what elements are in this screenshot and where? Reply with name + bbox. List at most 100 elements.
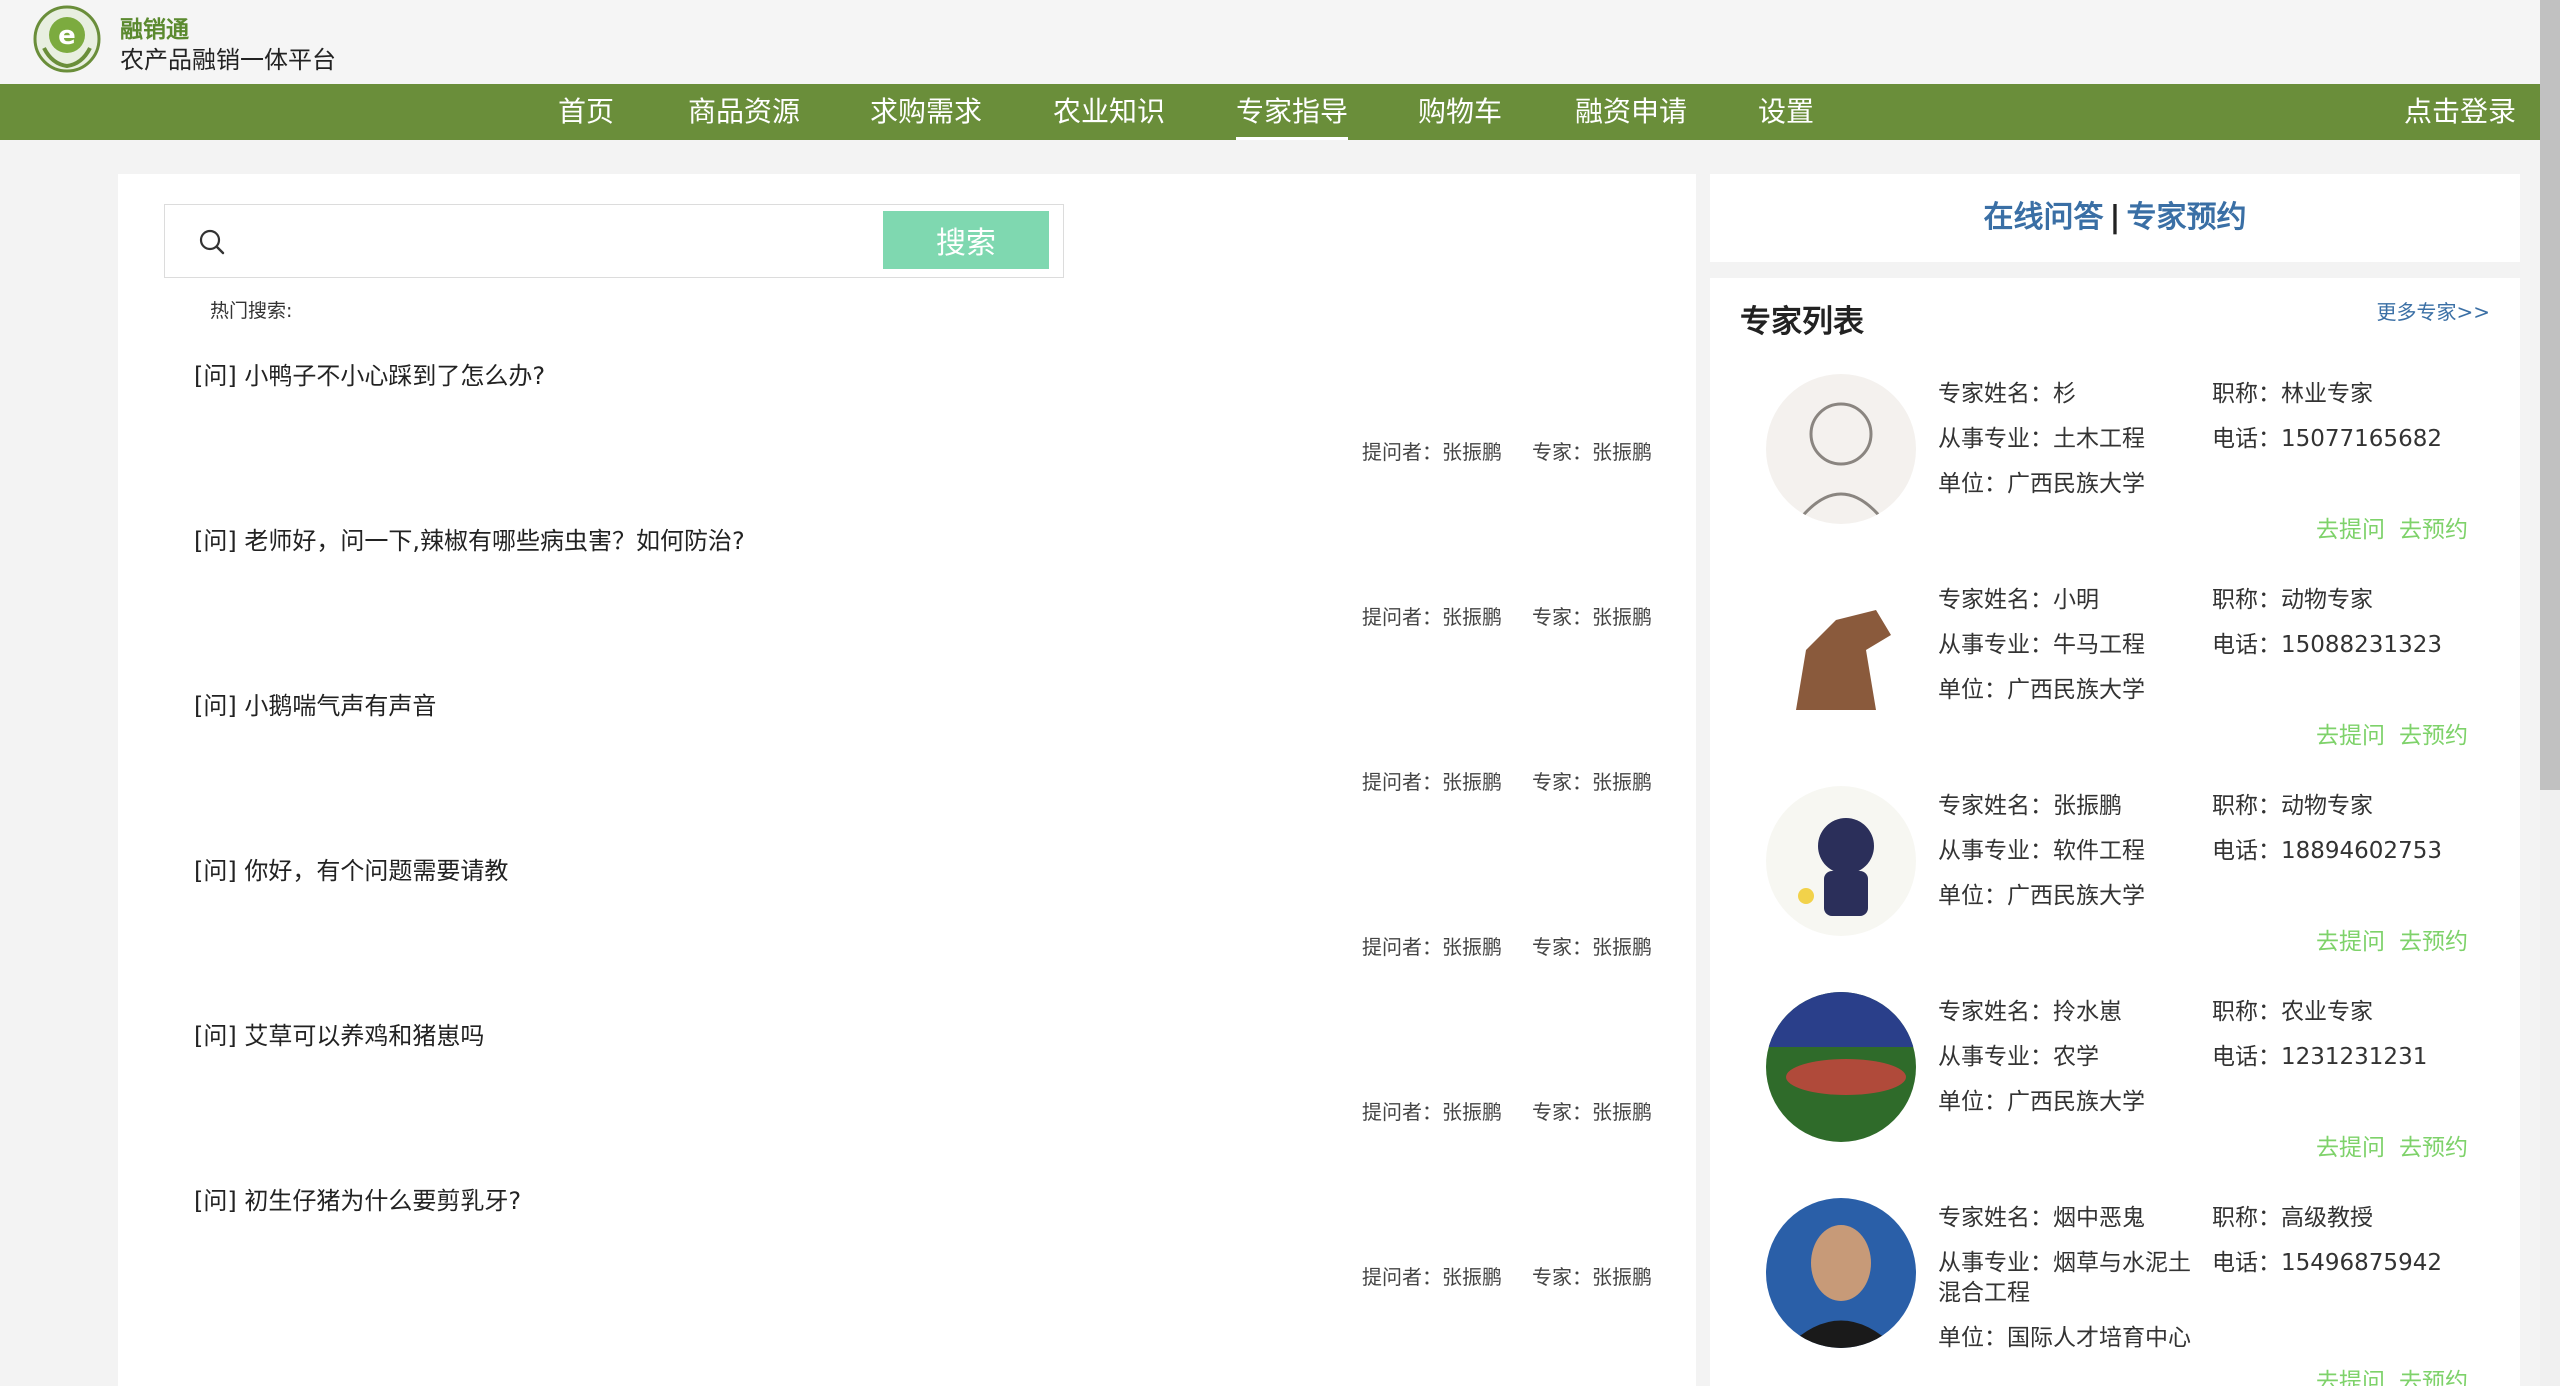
- question-asker: 提问者：张振鹏: [1362, 1265, 1502, 1289]
- book-expert-link[interactable]: 去预约: [2399, 929, 2468, 955]
- nav-products[interactable]: 商品资源: [688, 84, 800, 140]
- question-item: [问] 小鹅喘气声有声音 提问者：张振鹏 专家：张振鹏: [118, 654, 1696, 819]
- book-expert-link[interactable]: 去预约: [2399, 1369, 2468, 1386]
- scrollbar-thumb[interactable]: [2540, 0, 2560, 790]
- question-item: [问] 艾草可以养鸡和猪崽吗 提问者：张振鹏 专家：张振鹏: [118, 984, 1696, 1149]
- search-icon: [199, 229, 225, 255]
- expert-title: 职称：高级教授: [2212, 1205, 2373, 1231]
- expert-major-continued: 混合工程: [1938, 1280, 2030, 1306]
- ask-expert-link[interactable]: 去提问: [2316, 723, 2385, 749]
- expert-title: 职称：林业专家: [2212, 381, 2373, 407]
- question-asker: 提问者：张振鹏: [1362, 935, 1502, 959]
- expert-phone: 电话：1231231231: [2212, 1044, 2428, 1070]
- expert-list-title: 专家列表: [1740, 304, 1864, 340]
- expert-unit: 单位：广西民族大学: [1938, 883, 2145, 909]
- main-nav: 首页 商品资源 求购需求 农业知识 专家指导 购物车 融资申请 设置 点击登录: [0, 84, 2540, 140]
- expert-actions: 去提问 去预约: [2316, 510, 2468, 544]
- expert-actions: 去提问 去预约: [2316, 922, 2468, 956]
- question-title[interactable]: [问] 小鹅喘气声有声音: [194, 686, 436, 721]
- tab-online-qa[interactable]: 在线问答: [1984, 200, 2104, 235]
- nav-home[interactable]: 首页: [558, 84, 614, 140]
- expert-major: 从事专业：土木工程: [1938, 426, 2145, 452]
- expert-name: 专家姓名：拎水崽: [1938, 999, 2122, 1025]
- question-meta: 提问者：张振鹏 专家：张振鹏: [1362, 1096, 1652, 1125]
- ask-expert-link[interactable]: 去提问: [2316, 929, 2385, 955]
- expert-avatar: [1766, 786, 1916, 936]
- expert-avatar: [1766, 580, 1916, 730]
- book-expert-link[interactable]: 去预约: [2399, 1135, 2468, 1161]
- tab-expert-booking[interactable]: 专家预约: [2126, 200, 2246, 235]
- question-item: [问] 你好，有个问题需要请教 提问者：张振鹏 专家：张振鹏: [118, 819, 1696, 984]
- question-meta: 提问者：张振鹏 专家：张振鹏: [1362, 931, 1652, 960]
- question-meta: 提问者：张振鹏 专家：张振鹏: [1362, 1261, 1652, 1290]
- question-expert: 专家：张振鹏: [1532, 1265, 1652, 1289]
- nav-agri-knowledge[interactable]: 农业知识: [1053, 84, 1165, 140]
- brand-subtitle: 农产品融销一体平台: [120, 46, 336, 74]
- expert-avatar: [1766, 374, 1916, 524]
- nav-settings[interactable]: 设置: [1758, 84, 1814, 140]
- question-item: [问] 小鸭子不小心踩到了怎么办? 提问者：张振鹏 专家：张振鹏: [118, 324, 1696, 489]
- expert-major: 从事专业：软件工程: [1938, 838, 2145, 864]
- expert-actions: 去提问 去预约: [2316, 716, 2468, 750]
- question-title[interactable]: [问] 你好，有个问题需要请教: [194, 851, 508, 886]
- expert-actions: 去提问 去预约: [2316, 1128, 2468, 1162]
- nav-financing[interactable]: 融资申请: [1575, 84, 1687, 140]
- expert-phone: 电话：15496875942: [2212, 1250, 2442, 1276]
- expert-title: 职称：动物专家: [2212, 587, 2373, 613]
- login-link[interactable]: 点击登录: [2404, 84, 2516, 140]
- search-button[interactable]: 搜索: [883, 211, 1049, 269]
- expert-avatar: [1766, 992, 1916, 1142]
- question-expert: 专家：张振鹏: [1532, 605, 1652, 629]
- expert-card: 专家姓名：张振鹏 职称：动物专家 从事专业：软件工程 电话：1889460275…: [1710, 786, 2520, 992]
- expert-unit: 单位：广西民族大学: [1938, 677, 2145, 703]
- qa-main-panel: 搜索 热门搜索: [问] 小鸭子不小心踩到了怎么办? 提问者：张振鹏 专家：张振鹏…: [118, 174, 1696, 1386]
- expert-card: 专家姓名：烟中恶鬼 职称：高级教授 从事专业：烟草与水泥土 混合工程 电话：15…: [1710, 1198, 2520, 1386]
- question-title[interactable]: [问] 初生仔猪为什么要剪乳牙?: [194, 1181, 521, 1216]
- ask-expert-link[interactable]: 去提问: [2316, 1369, 2385, 1386]
- question-title[interactable]: [问] 小鸭子不小心踩到了怎么办?: [194, 356, 545, 391]
- question-expert: 专家：张振鹏: [1532, 770, 1652, 794]
- question-item: [问] 初生仔猪为什么要剪乳牙? 提问者：张振鹏 专家：张振鹏: [118, 1149, 1696, 1314]
- expert-major: 从事专业：牛马工程: [1938, 632, 2145, 658]
- hot-search-label: 热门搜索:: [210, 300, 293, 322]
- question-expert: 专家：张振鹏: [1532, 935, 1652, 959]
- more-experts-link[interactable]: 更多专家>>: [2376, 296, 2490, 325]
- question-item: [问] 老师好，问一下,辣椒有哪些病虫害？如何防治? 提问者：张振鹏 专家：张振鹏: [118, 489, 1696, 654]
- expert-card: 专家姓名：杉 职称：林业专家 从事专业：土木工程 电话：15077165682 …: [1710, 374, 2520, 580]
- expert-phone: 电话：15077165682: [2212, 426, 2442, 452]
- nav-expert-guidance[interactable]: 专家指导: [1236, 84, 1349, 140]
- question-asker: 提问者：张振鹏: [1362, 770, 1502, 794]
- search-bar: 搜索: [164, 204, 1064, 278]
- expert-phone: 电话：18894602753: [2212, 838, 2442, 864]
- expert-unit: 单位：广西民族大学: [1938, 471, 2145, 497]
- expert-unit: 单位：广西民族大学: [1938, 1089, 2145, 1115]
- book-expert-link[interactable]: 去预约: [2399, 517, 2468, 543]
- book-expert-link[interactable]: 去预约: [2399, 723, 2468, 749]
- question-asker: 提问者：张振鹏: [1362, 440, 1502, 464]
- question-asker: 提问者：张振鹏: [1362, 605, 1502, 629]
- expert-list-panel: 专家列表 更多专家>> 专家姓名：杉 职称：林业专家 从事专业：土木工程 电话：…: [1710, 278, 2520, 1386]
- ask-expert-link[interactable]: 去提问: [2316, 1135, 2385, 1161]
- question-expert: 专家：张振鹏: [1532, 1100, 1652, 1124]
- expert-major: 从事专业：烟草与水泥土: [1938, 1250, 2191, 1276]
- question-meta: 提问者：张振鹏 专家：张振鹏: [1362, 436, 1652, 465]
- expert-phone: 电话：15088231323: [2212, 632, 2442, 658]
- nav-cart[interactable]: 购物车: [1418, 84, 1502, 140]
- ask-expert-link[interactable]: 去提问: [2316, 517, 2385, 543]
- expert-name: 专家姓名：烟中恶鬼: [1938, 1205, 2145, 1231]
- nav-purchase-demand[interactable]: 求购需求: [870, 84, 982, 140]
- expert-actions: 去提问 去预约: [2316, 1362, 2468, 1386]
- question-asker: 提问者：张振鹏: [1362, 1100, 1502, 1124]
- header: e 融销通 农产品融销一体平台: [0, 0, 2540, 84]
- logo-icon: e: [33, 5, 101, 73]
- tab-separator: |: [2109, 200, 2121, 235]
- question-title[interactable]: [问] 老师好，问一下,辣椒有哪些病虫害？如何防治?: [194, 521, 745, 556]
- expert-card: 专家姓名：小明 职称：动物专家 从事专业：牛马工程 电话：15088231323…: [1710, 580, 2520, 786]
- expert-unit: 单位：国际人才培育中心: [1938, 1325, 2191, 1351]
- brand-name: 融销通: [120, 17, 189, 43]
- svg-text:e: e: [58, 21, 76, 51]
- expert-name: 专家姓名：张振鹏: [1938, 793, 2122, 819]
- question-title[interactable]: [问] 艾草可以养鸡和猪崽吗: [194, 1016, 484, 1051]
- qa-booking-tabs: 在线问答 | 专家预约: [1710, 174, 2520, 262]
- expert-card: 专家姓名：拎水崽 职称：农业专家 从事专业：农学 电话：1231231231 单…: [1710, 992, 2520, 1198]
